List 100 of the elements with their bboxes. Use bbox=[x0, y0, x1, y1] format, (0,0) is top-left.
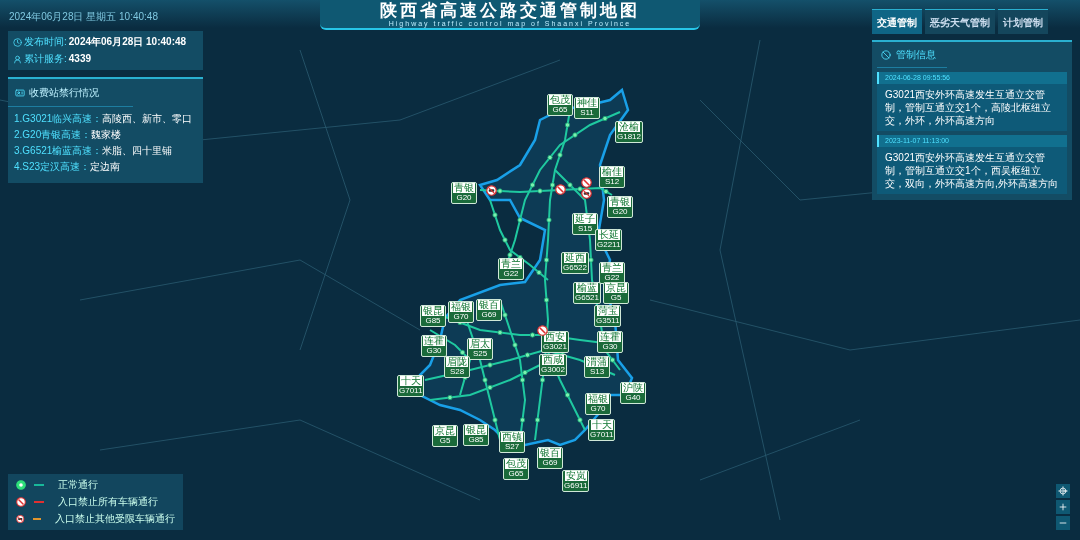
road-code: G5 bbox=[439, 436, 451, 446]
road-shield[interactable]: 榆蓝 G6521 bbox=[573, 282, 602, 304]
page-title: 陕西省高速公路交通管制地图 bbox=[380, 0, 640, 20]
locate-icon bbox=[1058, 486, 1068, 496]
road-shield[interactable]: 延子 S15 bbox=[572, 213, 598, 235]
road-shield[interactable]: 青银 G20 bbox=[451, 182, 477, 204]
road-code: S28 bbox=[449, 367, 465, 377]
road-shield[interactable]: 榆佳 S12 bbox=[599, 166, 625, 188]
road-code: G20 bbox=[456, 193, 472, 203]
road-code: G30 bbox=[602, 342, 618, 352]
road-shield[interactable]: 包茂 G65 bbox=[503, 458, 529, 480]
road-code: G6911 bbox=[564, 481, 588, 491]
road-name: 包茂 bbox=[505, 459, 527, 469]
info-label: 发布时间: bbox=[24, 36, 67, 48]
zoom-in-button[interactable] bbox=[1056, 500, 1070, 514]
road-code: G3511 bbox=[596, 316, 620, 326]
road-code: G69 bbox=[481, 310, 497, 320]
locate-button[interactable] bbox=[1056, 484, 1070, 498]
road-shield[interactable]: 菏宝 G3511 bbox=[594, 305, 622, 327]
road-name: 沧榆 bbox=[618, 122, 640, 132]
road-shield[interactable]: 包茂 G65 bbox=[547, 94, 573, 116]
road-name: 长延 bbox=[597, 230, 620, 240]
tab[interactable]: 计划管制 bbox=[998, 9, 1048, 34]
road-shield[interactable]: 沪陕 G40 bbox=[620, 382, 646, 404]
road-shield[interactable]: 十天 G7011 bbox=[397, 375, 425, 397]
road-code: S15 bbox=[577, 224, 593, 234]
road-code: G20 bbox=[612, 207, 628, 217]
road-code: G22 bbox=[604, 273, 620, 282]
closure-route: 1.G3021临兴高速： bbox=[14, 113, 103, 125]
road-code: G65 bbox=[552, 105, 568, 115]
road-shield[interactable]: 神佳 S11 bbox=[574, 97, 600, 119]
road-name: 榆佳 bbox=[601, 167, 623, 177]
no-car-icon bbox=[486, 185, 497, 196]
road-code: G6522 bbox=[563, 263, 588, 273]
road-code: G3021 bbox=[543, 342, 568, 352]
road-name: 银百 bbox=[478, 300, 500, 310]
road-shield[interactable]: 连霍 G30 bbox=[597, 331, 623, 353]
info-label: 累计服务: bbox=[24, 53, 67, 65]
road-shield[interactable]: 安岚 G6911 bbox=[562, 470, 590, 492]
road-shield[interactable]: 沧榆 G1812 bbox=[615, 121, 644, 143]
closure-stations: 高陵西、新市、零口 bbox=[102, 113, 193, 125]
road-code: G2211 bbox=[597, 240, 621, 250]
road-name: 青银 bbox=[609, 197, 631, 207]
road-name: 西咸 bbox=[542, 355, 564, 365]
road-name: 福银 bbox=[587, 394, 609, 404]
road-code: G3002 bbox=[541, 365, 566, 375]
closure-route: 4.S23定汉高速： bbox=[14, 161, 91, 173]
road-shield[interactable]: 银百 G69 bbox=[537, 447, 563, 469]
road-name: 京昆 bbox=[434, 426, 456, 436]
user-icon bbox=[13, 54, 22, 64]
road-shield[interactable]: 十天 G7011 bbox=[588, 419, 616, 441]
road-name: 十天 bbox=[590, 420, 613, 430]
road-name: 连霍 bbox=[423, 336, 445, 346]
road-name: 连霍 bbox=[599, 332, 621, 342]
road-name: 眉太 bbox=[469, 339, 491, 349]
road-shield[interactable]: 青兰 G22 bbox=[599, 262, 625, 284]
closure-route: 3.G6521榆蓝高速： bbox=[14, 145, 103, 157]
road-code: G7011 bbox=[399, 386, 423, 396]
no-entry-icon bbox=[16, 497, 26, 507]
road-shield[interactable]: 长延 G2211 bbox=[595, 229, 623, 251]
road-code: G69 bbox=[542, 458, 558, 468]
road-code: S12 bbox=[604, 177, 620, 187]
road-name: 眉陇 bbox=[446, 357, 468, 367]
road-name: 榆蓝 bbox=[576, 283, 598, 293]
road-shield[interactable]: 福银 G70 bbox=[585, 393, 611, 415]
road-shield[interactable]: 青兰 G22 bbox=[498, 258, 524, 280]
road-name: 银百 bbox=[539, 448, 561, 458]
road-shield[interactable]: 眉陇 S28 bbox=[444, 356, 470, 378]
road-name: 延西 bbox=[564, 253, 586, 263]
road-shield[interactable]: 西咸 G3002 bbox=[539, 354, 568, 376]
no-car-icon bbox=[16, 514, 25, 524]
road-shield[interactable]: 银昆 G85 bbox=[463, 424, 489, 446]
road-code: S13 bbox=[589, 367, 605, 377]
closure-stations: 定边南 bbox=[90, 161, 121, 173]
road-shield[interactable]: 眉太 S25 bbox=[467, 338, 493, 360]
road-shield[interactable]: 西安 G3021 bbox=[541, 331, 570, 353]
road-shield[interactable]: 青银 G20 bbox=[607, 196, 633, 218]
road-shield[interactable]: 银百 G69 bbox=[476, 299, 502, 321]
road-shield[interactable]: 西镇 S27 bbox=[499, 431, 525, 453]
road-shield[interactable]: 京昆 G5 bbox=[603, 282, 629, 304]
tab[interactable]: 恶劣天气管制 bbox=[925, 9, 995, 34]
ban-icon bbox=[881, 49, 891, 60]
legend-label: 入口禁止其他受限车辆通行 bbox=[55, 513, 175, 525]
entry-text: G3021西安外环高速发生互通立交管制，管制互通立交1个，高陵北枢纽立交，外环，外环高速方向 bbox=[884, 88, 1052, 128]
road-shield[interactable]: 银昆 G85 bbox=[420, 305, 446, 327]
road-shield[interactable]: 连霍 G30 bbox=[421, 335, 447, 357]
road-shield[interactable]: 延西 G6522 bbox=[561, 252, 590, 274]
tab[interactable]: 交通管制 bbox=[872, 9, 922, 34]
road-shield[interactable]: 福银 G70 bbox=[448, 301, 474, 323]
road-shield[interactable]: 京昆 G5 bbox=[432, 425, 458, 447]
road-name: 安岚 bbox=[564, 471, 587, 481]
card-icon bbox=[15, 87, 25, 98]
road-name: 沪陕 bbox=[622, 383, 644, 393]
zoom-out-button[interactable] bbox=[1056, 516, 1070, 530]
date-time: 2024年06月28日 星期五 10:40:48 bbox=[8, 10, 159, 24]
road-shield[interactable]: 渭蒲 S13 bbox=[584, 356, 610, 378]
closure-route: 2.G20青银高速： bbox=[14, 129, 92, 141]
road-code: G1812 bbox=[617, 132, 642, 142]
road-name: 西镇 bbox=[501, 432, 523, 442]
info-value: 4339 bbox=[68, 53, 92, 65]
